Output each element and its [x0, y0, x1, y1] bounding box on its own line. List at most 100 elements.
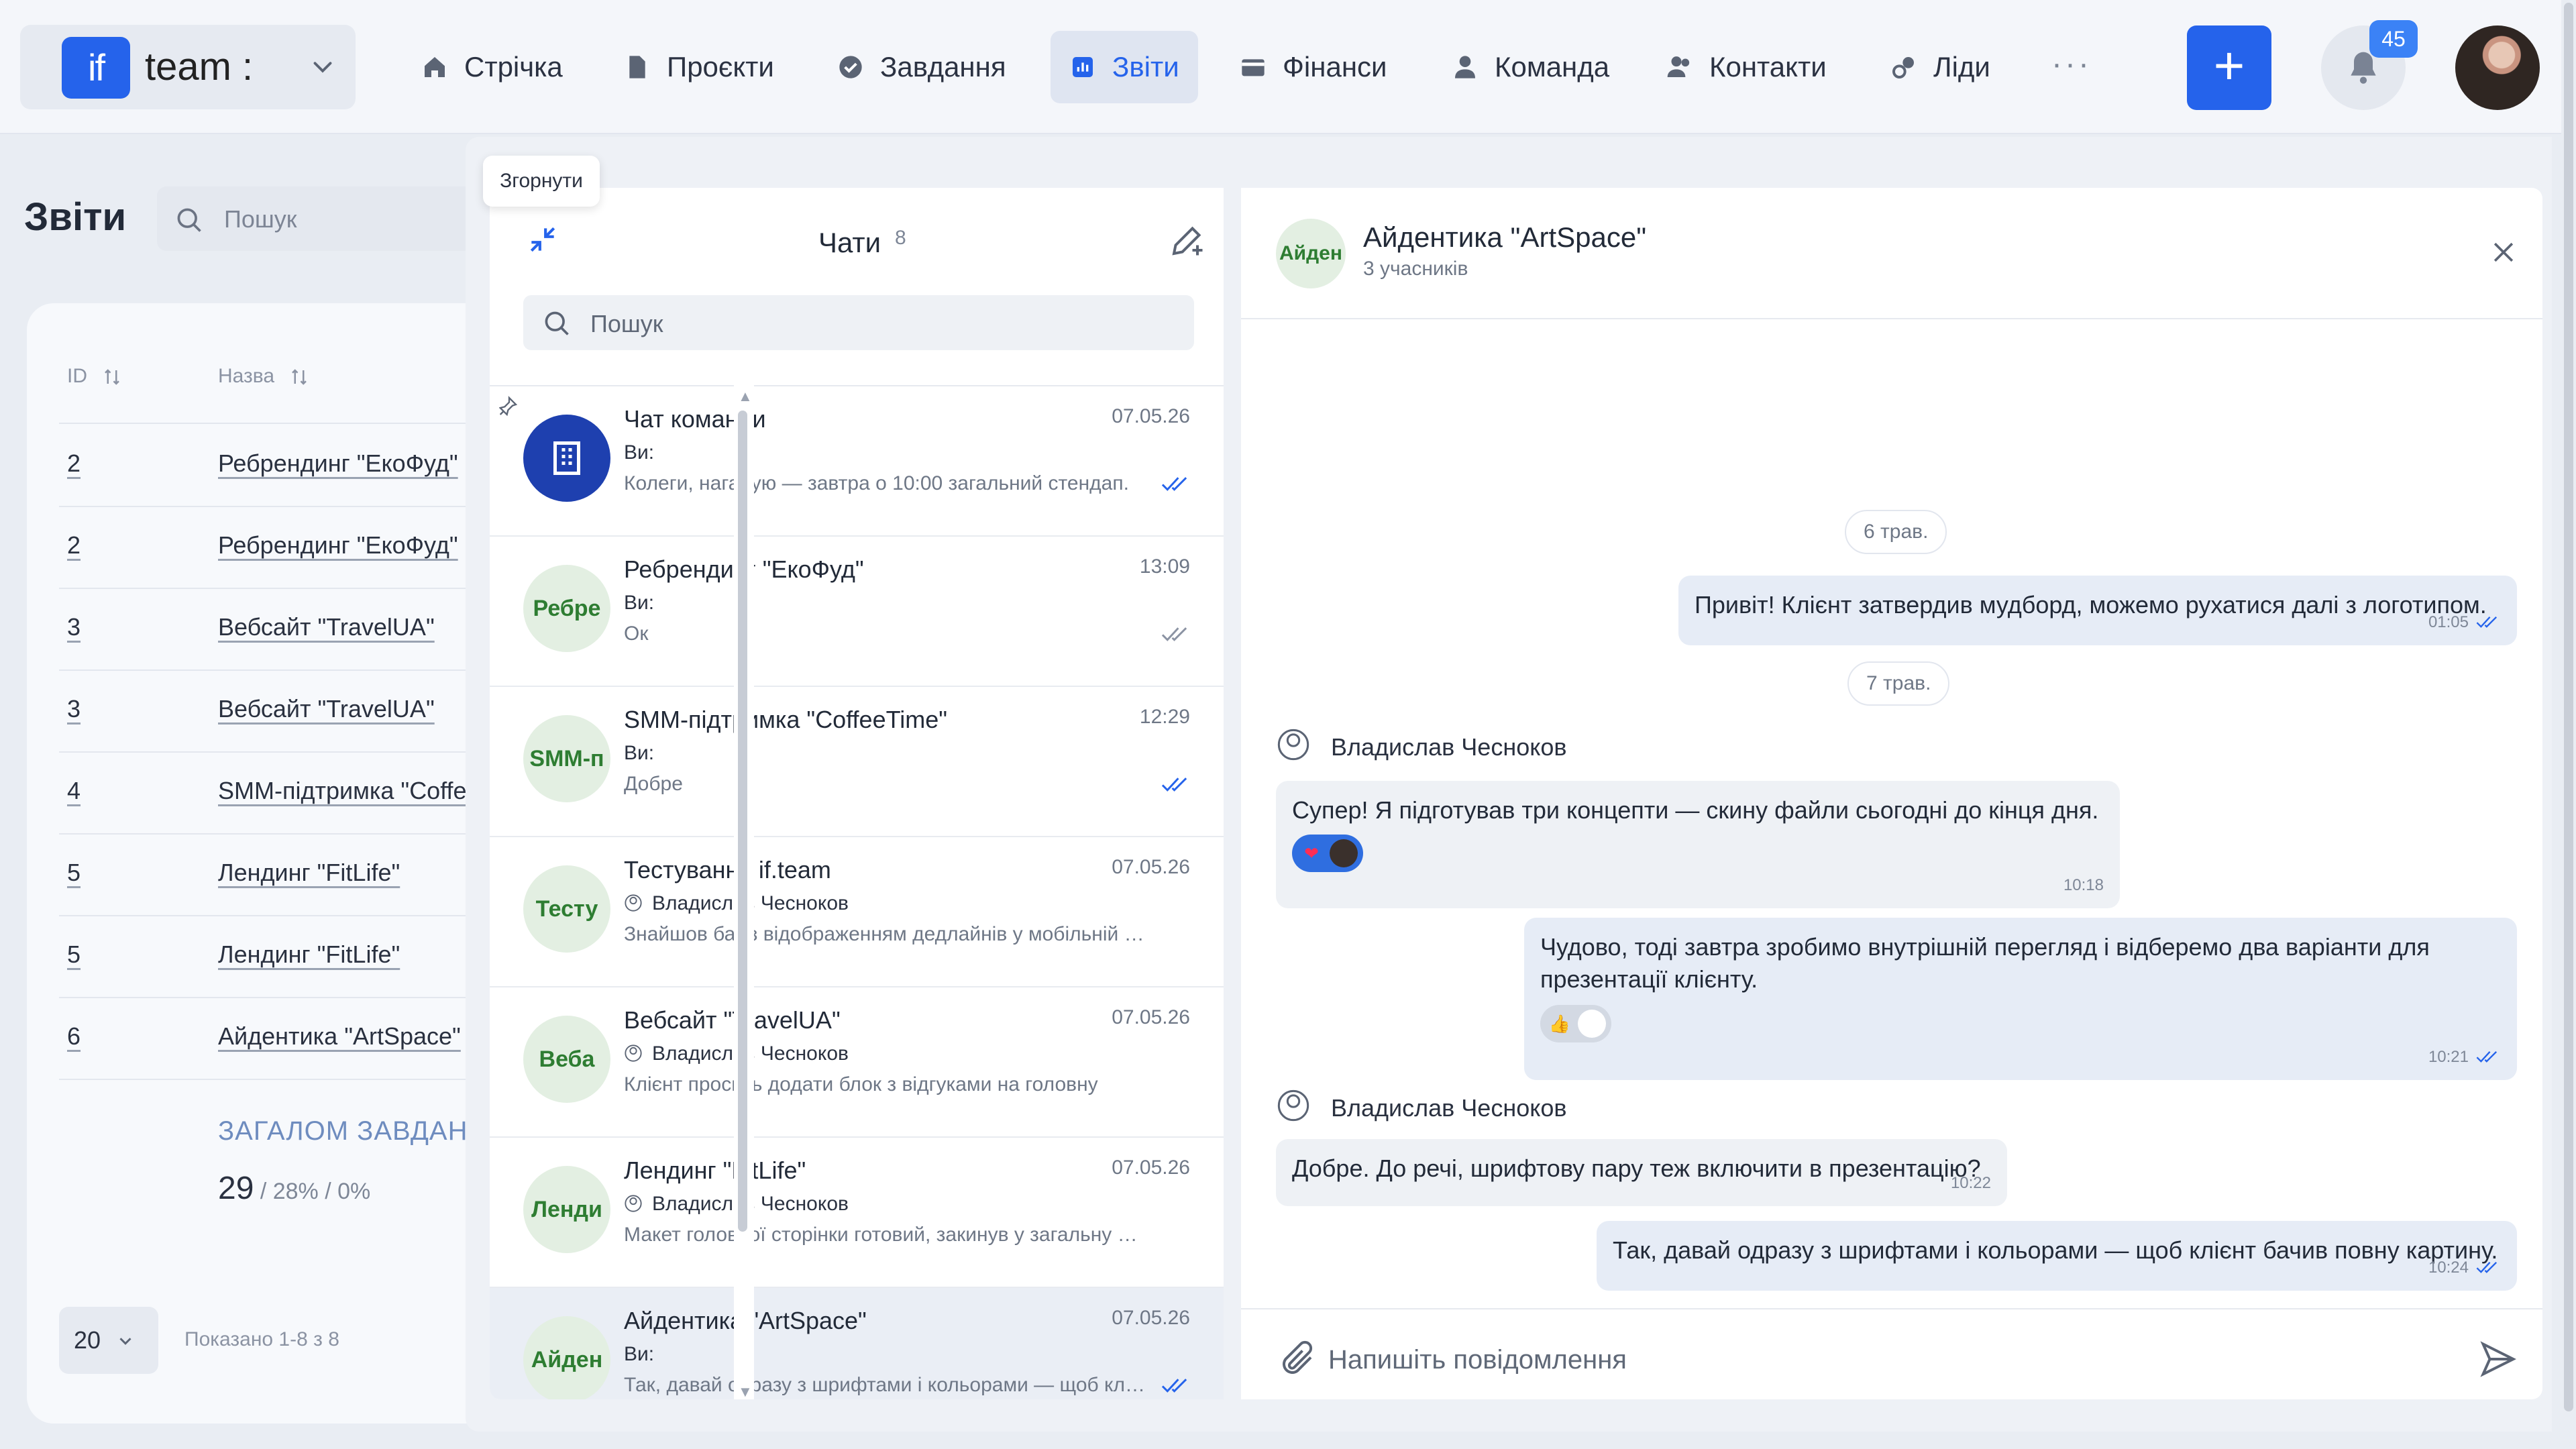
double-check-icon: [2476, 1051, 2498, 1063]
chat-avatar: Ребре: [523, 565, 610, 652]
conversation-title[interactable]: Айдентика "ArtSpace": [1363, 221, 1646, 254]
chat-item-smm[interactable]: SMM-п SMM-підтримка "CoffeeTime" Ви: Доб…: [490, 687, 1224, 837]
double-check-icon: [2476, 616, 2498, 628]
cell-id[interactable]: 3: [67, 613, 80, 641]
top-navigation-bar: if team : Стрічка Проєкти Завдання Звіти…: [0, 0, 2576, 134]
chat-item-rebranding[interactable]: Ребре Ребрендинг "ЕкоФуд" Ви: Ок 13:09: [490, 537, 1224, 687]
chat-avatar: Тесту: [523, 865, 610, 953]
message-time: 01:05: [2428, 606, 2501, 639]
chat-item-identity[interactable]: Айден Айдентика "ArtSpace" Ви: Так, дава…: [490, 1288, 1224, 1399]
chevron-down-icon: [313, 62, 332, 73]
nav-leads[interactable]: Ліди: [1890, 31, 1990, 103]
reports-search-input[interactable]: Пошук: [157, 186, 492, 251]
message-bubble-incoming[interactable]: Добре. До речі, шрифтову пару теж включи…: [1276, 1139, 2007, 1206]
brand-logo: if: [62, 37, 130, 99]
add-button[interactable]: +: [2187, 25, 2271, 110]
chat-date: 07.05.26: [1112, 1006, 1190, 1028]
chat-avatar: Ленди: [523, 1166, 610, 1253]
chat-search-input[interactable]: Пошук: [523, 295, 1194, 350]
cell-name[interactable]: Лендинг "FitLife": [218, 859, 400, 887]
message-text: Чудово, тоді завтра зробимо внутрішній п…: [1540, 933, 2430, 993]
cell-id[interactable]: 6: [67, 1022, 80, 1051]
message-bubble-outgoing[interactable]: Чудово, тоді завтра зробимо внутрішній п…: [1524, 918, 2517, 1080]
chat-item-website[interactable]: Веба Вебсайт "TravelUA" Владислав Чеснок…: [490, 987, 1224, 1138]
scroll-up-arrow-icon[interactable]: ▲: [738, 388, 753, 405]
total-percent: / 28% / 0%: [254, 1179, 371, 1204]
chat-list-scroll-thumb[interactable]: [738, 411, 747, 1232]
time-text: 10:21: [2428, 1048, 2469, 1066]
pin-icon[interactable]: [499, 394, 526, 421]
cell-name[interactable]: Лендинг "FitLife": [218, 941, 400, 969]
cell-id[interactable]: 5: [67, 859, 80, 887]
cell-name[interactable]: Ребрендинг "ЕкоФуд": [218, 531, 458, 559]
attach-icon[interactable]: [1277, 1339, 1318, 1379]
collapse-icon[interactable]: [526, 223, 559, 256]
cell-id[interactable]: 2: [67, 531, 80, 559]
cell-id[interactable]: 3: [67, 695, 80, 723]
conversation-avatar[interactable]: Айден: [1276, 219, 1346, 288]
message-reaction[interactable]: 👍: [1540, 1005, 1611, 1042]
chat-title: Лендинг "FitLife": [624, 1157, 806, 1184]
message-text: Привіт! Клієнт затвердив мудборд, можемо…: [1695, 591, 2487, 619]
cell-name[interactable]: Вебсайт "TravelUA": [218, 613, 435, 641]
message-bubble-outgoing[interactable]: Так, давай одразу з шрифтами і кольорами…: [1597, 1221, 2517, 1291]
chat-date: 07.05.26: [1112, 405, 1190, 427]
message-bubble-incoming[interactable]: Супер! Я підготував три концепти — скину…: [1276, 781, 2120, 908]
close-icon[interactable]: [2489, 237, 2518, 267]
cell-name[interactable]: Вебсайт "TravelUA": [218, 695, 435, 723]
search-icon: [177, 208, 201, 232]
nav-reports[interactable]: Звіти: [1051, 31, 1198, 103]
user-avatar[interactable]: [2455, 25, 2540, 110]
nav-projects[interactable]: Проєкти: [624, 31, 774, 103]
message-bubble-outgoing[interactable]: Привіт! Клієнт затвердив мудборд, можемо…: [1678, 576, 2517, 645]
cell-id[interactable]: 5: [67, 941, 80, 969]
nav-label: Стрічка: [464, 51, 563, 83]
new-chat-icon[interactable]: [1167, 220, 1208, 260]
column-header-name[interactable]: Назва: [218, 365, 309, 388]
column-header-label: Назва: [218, 365, 275, 387]
total-count: 29: [218, 1171, 254, 1206]
scroll-down-arrow-icon[interactable]: ▼: [738, 1383, 753, 1401]
nav-feed[interactable]: Стрічка: [421, 31, 563, 103]
collapse-tooltip: Згорнути: [483, 156, 600, 207]
nav-finance[interactable]: Фінанси: [1240, 31, 1387, 103]
nav-contacts[interactable]: Контакти: [1666, 31, 1827, 103]
sort-icon: [292, 369, 307, 385]
chat-item-team[interactable]: Чат команди Ви: Колеги, нагадую — завтра…: [490, 386, 1224, 537]
chat-item-landing[interactable]: Ленди Лендинг "FitLife" Владислав Чеснок…: [490, 1138, 1224, 1288]
message-reaction[interactable]: ❤: [1292, 835, 1363, 872]
message-sender[interactable]: Владислав Чесноков: [1331, 733, 1567, 761]
nav-team[interactable]: Команда: [1452, 31, 1609, 103]
message-input[interactable]: [1328, 1336, 2402, 1383]
more-menu-button[interactable]: ···: [2051, 46, 2092, 83]
total-tasks-value: 29 / 28% / 0%: [218, 1170, 370, 1207]
nav-label: Завдання: [880, 51, 1006, 83]
cell-id[interactable]: 2: [67, 449, 80, 478]
conversation-participants[interactable]: 3 учасників: [1363, 258, 1468, 280]
table-divider: [59, 751, 529, 753]
chat-date: 07.05.26: [1112, 856, 1190, 878]
chat-sender: Ви:: [624, 441, 655, 464]
chat-date: 13:09: [1139, 555, 1190, 578]
pagination-info: Показано 1-8 з 8: [184, 1328, 339, 1350]
nav-tasks[interactable]: Завдання: [837, 31, 1006, 103]
chat-item-testing[interactable]: Тесту Тестування if.team Владислав Чесно…: [490, 837, 1224, 987]
cell-name[interactable]: Ребрендинг "ЕкоФуд": [218, 449, 458, 478]
workspace-switcher[interactable]: if team :: [20, 25, 356, 109]
per-page-value: 20: [74, 1326, 101, 1354]
column-header-id[interactable]: ID: [67, 365, 122, 388]
per-page-select[interactable]: 20: [59, 1307, 158, 1374]
page-scroll-thumb[interactable]: [2564, 3, 2573, 1411]
double-check-icon: [1161, 1379, 1187, 1393]
table-divider: [59, 1079, 529, 1080]
cell-name[interactable]: SMM-підтримка "CoffeeT: [218, 777, 495, 805]
message-sender[interactable]: Владислав Чесноков: [1331, 1094, 1567, 1122]
message-text: Добре. До речі, шрифтову пару теж включи…: [1292, 1155, 1981, 1182]
cell-id[interactable]: 4: [67, 777, 80, 805]
send-icon[interactable]: [2478, 1339, 2518, 1379]
page-scrollbar[interactable]: [2561, 0, 2576, 1449]
message-time: 10:18: [2063, 876, 2104, 894]
chevron-down-icon: [119, 1338, 131, 1345]
chat-list: Чати 8 Пошук Чат команди Ви: Колеги, наг…: [490, 188, 1224, 1399]
cell-name[interactable]: Айдентика "ArtSpace": [218, 1022, 461, 1051]
